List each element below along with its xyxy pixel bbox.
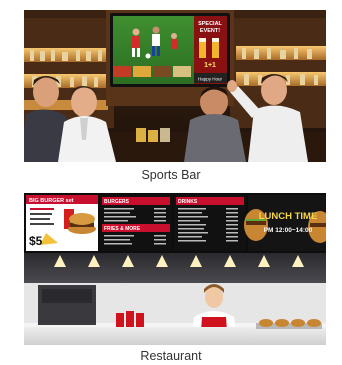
- menu-panel2-title: BURGERS: [104, 199, 130, 205]
- menu-panel4-hours: PM 12:00~14:00: [264, 227, 313, 234]
- glasses: [136, 128, 170, 142]
- tv-badge-line2: EVENT!: [200, 28, 220, 34]
- menu-panel1-price: $5: [29, 234, 43, 248]
- menu-panel3-title: DRINKS: [178, 199, 198, 205]
- restaurant-photo: BIG BURGER set $5 BURGERS FRIES & MORE D: [24, 193, 326, 345]
- caption-sports-bar: Sports Bar: [141, 168, 201, 182]
- sports-bar-photo: SPECIAL EVENT! 1+1 Happy Hour: [24, 10, 326, 162]
- tv-promo: 1+1: [204, 62, 216, 69]
- menu-panel2-subtitle: FRIES & MORE: [104, 226, 141, 232]
- tv-badge-line1: SPECIAL: [198, 21, 222, 27]
- menu-panel4-title: LUNCH TIME: [259, 211, 318, 222]
- caption-restaurant: Restaurant: [140, 349, 202, 363]
- tv-footer: Happy Hour: [198, 77, 223, 82]
- menu-panel1-title: BIG BURGER set: [29, 198, 74, 204]
